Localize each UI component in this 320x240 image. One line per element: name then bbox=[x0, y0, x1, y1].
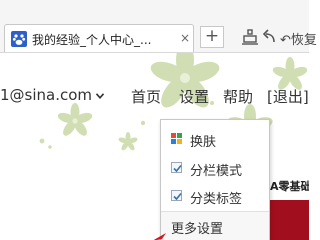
menu-item-label: 换肤 bbox=[190, 135, 217, 150]
browser-tab-strip: 我的经验_个人中心_... × + ↶恢复 bbox=[0, 0, 317, 53]
menu-item-label: 更多设置 bbox=[171, 222, 224, 237]
nav-home-link[interactable]: 首页 bbox=[131, 86, 161, 107]
chevron-down-icon[interactable] bbox=[96, 93, 104, 99]
undo-icon[interactable] bbox=[262, 28, 278, 46]
red-arrow-pointer-icon bbox=[153, 233, 166, 240]
menu-item-change-skin[interactable]: 换肤 bbox=[161, 126, 269, 152]
menu-item-column-mode[interactable]: 分栏模式 bbox=[161, 155, 269, 181]
checkbox-checked-icon[interactable] bbox=[171, 190, 182, 201]
tab-title: 我的经验_个人中心_... bbox=[32, 33, 152, 47]
nav-help-link[interactable]: 帮助 bbox=[223, 86, 253, 107]
menu-item-label: 分栏模式 bbox=[190, 164, 243, 179]
skin-icon bbox=[171, 133, 182, 144]
menu-item-category-tags[interactable]: 分类标签 bbox=[161, 183, 269, 209]
web-page: 1@sina.com 首页 设置 帮助 [退出] A零基础 换肤 分栏模式 分类… bbox=[0, 53, 309, 240]
new-tab-button[interactable]: + bbox=[200, 26, 224, 48]
checkbox-checked-icon[interactable] bbox=[171, 162, 182, 173]
menu-item-label: 分类标签 bbox=[190, 192, 243, 207]
nav-settings-link[interactable]: 设置 bbox=[179, 86, 209, 107]
user-email-menu[interactable]: 1@sina.com bbox=[0, 86, 92, 104]
content-snippet-text: A零基础 bbox=[270, 180, 309, 193]
toolbar-menu-icon[interactable] bbox=[240, 27, 260, 47]
restore-closed-tab-button[interactable]: ↶恢复 bbox=[280, 29, 317, 48]
content-thumbnail-image[interactable] bbox=[270, 200, 309, 240]
baidu-favicon-icon bbox=[11, 31, 27, 47]
tab-close-icon[interactable]: × bbox=[180, 31, 190, 45]
nav-logout-link[interactable]: [退出] bbox=[267, 86, 309, 107]
settings-dropdown-menu: 换肤 分栏模式 分类标签 更多设置 bbox=[160, 119, 270, 240]
browser-tab[interactable]: 我的经验_个人中心_... × bbox=[4, 24, 194, 52]
menu-item-more-settings[interactable]: 更多设置 bbox=[161, 211, 269, 240]
